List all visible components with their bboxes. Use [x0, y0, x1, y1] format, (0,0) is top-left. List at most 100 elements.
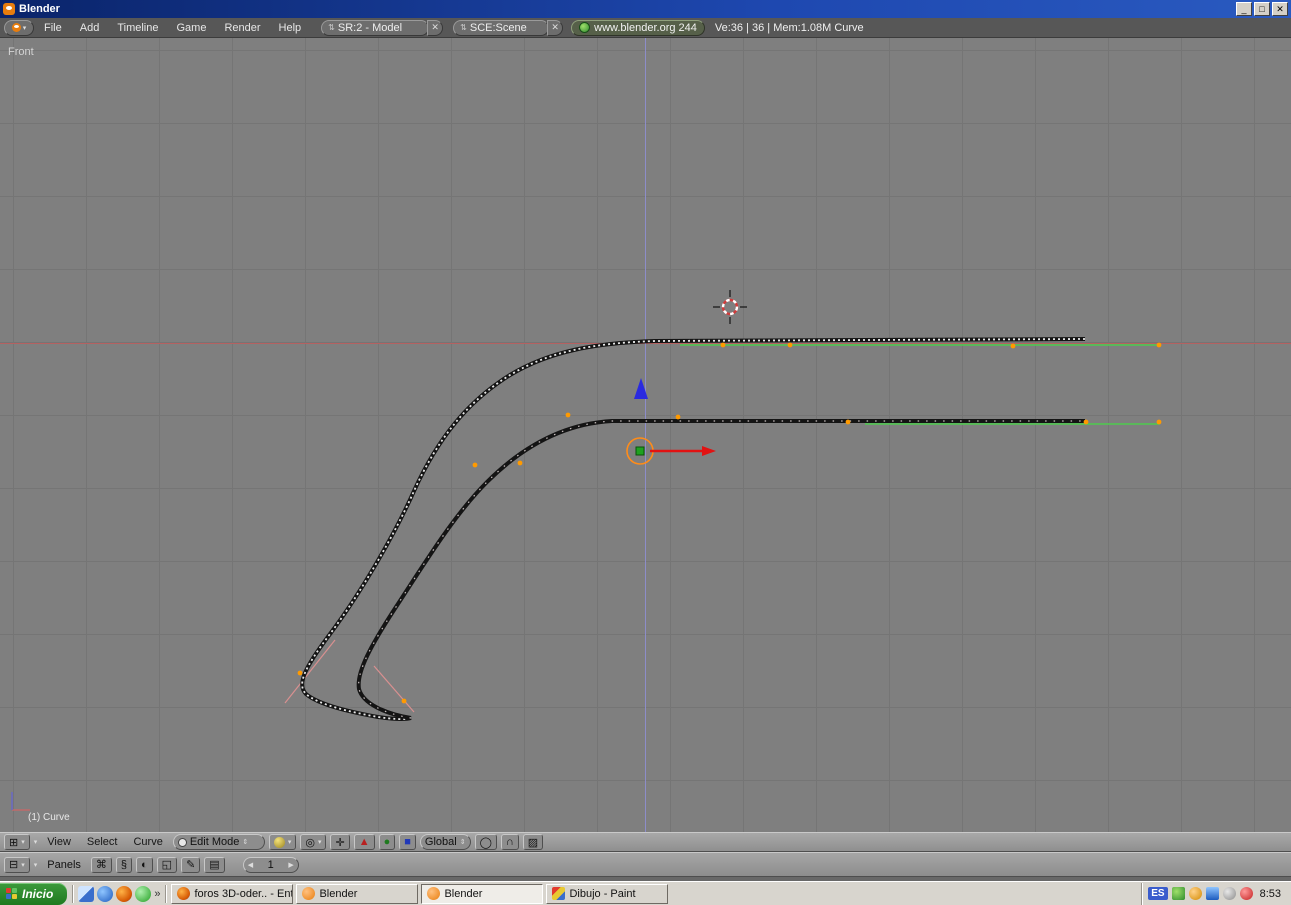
draw-type-button[interactable]: ▾: [268, 834, 297, 850]
render-preview-button[interactable]: ▨: [522, 834, 544, 850]
close-button[interactable]: ✕: [1272, 2, 1288, 16]
menu-render[interactable]: Render: [216, 22, 268, 34]
taskbar: Inicio » foros 3D-oder.. - Entor... Blen…: [0, 881, 1291, 905]
transform-manipulator[interactable]: [626, 437, 716, 465]
panels-menu[interactable]: Panels: [41, 859, 87, 871]
update-icon[interactable]: [1188, 887, 1202, 900]
screen-selector[interactable]: ⇅ SR:2 - Model: [321, 19, 430, 36]
scale-icon: ■: [404, 836, 411, 848]
taskbar-clock[interactable]: 8:53: [1260, 888, 1281, 900]
frame-next-icon[interactable]: ▶: [288, 861, 293, 869]
view3d-header: ⊞ ▾ ▾ View Select Curve Edit Mode ⇕ ▾ ◎ …: [0, 832, 1291, 852]
curve-inner-path[interactable]: [356, 419, 1085, 720]
blender-top-header: ▾ File Add Timeline Game Render Help ⇅ S…: [0, 18, 1291, 38]
screen-selector-close-icon[interactable]: ✕: [427, 19, 444, 36]
maximize-button[interactable]: □: [1254, 2, 1270, 16]
magnet-icon: ∩: [505, 836, 514, 848]
selector-arrows-icon: ⇅: [460, 23, 467, 32]
menu-help[interactable]: Help: [271, 22, 310, 34]
scene-selector[interactable]: ⇅ SCE:Scene: [453, 19, 550, 36]
volume-icon[interactable]: [1222, 887, 1236, 900]
header-collapse-icon[interactable]: ▾: [34, 861, 38, 869]
context-editing-button[interactable]: ✎: [181, 856, 201, 873]
task-firefox[interactable]: foros 3D-oder.. - Entor...: [171, 883, 294, 904]
view-axis-indicator-icon: [11, 792, 30, 811]
firefox-icon: [177, 887, 191, 900]
ie-icon[interactable]: [97, 885, 114, 902]
hand-icon: ✛: [335, 836, 345, 849]
blender-version-button[interactable]: www.blender.org 244: [571, 19, 705, 36]
bezier-handle-line[interactable]: [373, 665, 415, 713]
blender-app-icon: [3, 3, 15, 15]
orientation-dropdown[interactable]: Global ⇕: [419, 834, 471, 850]
blender-logo-icon: [11, 23, 21, 32]
firefox-icon[interactable]: [116, 885, 133, 902]
editing-icon: ✎: [186, 859, 196, 871]
manipulator-rotate-button[interactable]: ●: [378, 834, 396, 850]
task-label: foros 3D-oder.. - Entor...: [194, 887, 294, 900]
context-shading-button[interactable]: ◐: [136, 856, 153, 873]
scene-svg: [11, 290, 1162, 811]
language-indicator[interactable]: ES: [1148, 887, 1168, 900]
manipulator-translate-button[interactable]: ▲: [353, 834, 375, 850]
messenger-icon[interactable]: [135, 885, 152, 902]
screen-selector-value: SR:2 - Model: [337, 21, 403, 34]
viewport-3d[interactable]: Front (1) Curve: [0, 38, 1291, 832]
network-icon[interactable]: [1205, 887, 1219, 900]
task-label: Dibujo - Paint: [569, 887, 636, 900]
header-collapse-icon[interactable]: ▾: [34, 838, 38, 846]
proportional-edit-button[interactable]: ◯: [474, 834, 497, 850]
blender-window: Blender _ □ ✕ ▾ File Add Timeline Game R…: [0, 0, 1291, 905]
start-button[interactable]: Inicio: [0, 882, 68, 905]
task-paint[interactable]: Dibujo - Paint: [546, 883, 669, 904]
task-label: Blender: [444, 887, 483, 900]
translate-icon: ▲: [358, 836, 370, 848]
context-scene-button[interactable]: ▤: [204, 856, 225, 873]
snap-button[interactable]: ∩: [500, 834, 519, 850]
windows-flag-icon: [6, 887, 18, 900]
cursor-3d-icon[interactable]: [713, 290, 747, 324]
pivot-dropdown[interactable]: ◎ ▾: [300, 834, 327, 850]
show-desktop-icon[interactable]: [78, 885, 95, 902]
context-script-button[interactable]: §: [115, 856, 133, 873]
context-object-button[interactable]: ◱: [156, 856, 178, 873]
mode-dropdown[interactable]: Edit Mode ⇕: [172, 834, 265, 850]
manipulator-scale-button[interactable]: ■: [399, 834, 416, 850]
buttons-window-header: ⊟ ▾ ▾ Panels ⌘ § ◐ ◱ ✎ ▤ ◀ 1 ▶: [0, 852, 1291, 877]
manipulator-toggle-button[interactable]: ✛: [330, 834, 350, 850]
userprefs-editor-button[interactable]: ▾: [4, 19, 34, 36]
taskbar-separator: [165, 884, 167, 903]
menu-select[interactable]: Select: [81, 836, 124, 848]
menu-file[interactable]: File: [36, 22, 70, 34]
curve-control-points[interactable]: [297, 342, 1162, 704]
scene-selector-close-icon[interactable]: ✕: [547, 19, 564, 36]
menu-timeline[interactable]: Timeline: [109, 22, 166, 34]
messenger-icon[interactable]: [1239, 887, 1253, 900]
scene-icon: ▤: [209, 859, 220, 871]
minimize-button[interactable]: _: [1236, 2, 1252, 16]
menu-curve[interactable]: Curve: [127, 836, 168, 848]
editor-type-button[interactable]: ⊞ ▾: [4, 834, 30, 850]
frame-prev-icon[interactable]: ◀: [248, 861, 253, 869]
mode-value: Edit Mode: [189, 836, 240, 848]
paint-icon: [552, 887, 566, 900]
pivot-icon: ◎: [305, 836, 315, 849]
task-blender-2-active[interactable]: Blender: [421, 883, 544, 904]
window-titlebar[interactable]: Blender _ □ ✕: [0, 0, 1291, 18]
quick-launch-overflow[interactable]: »: [154, 888, 160, 900]
editor-type-icon: ⊟: [9, 859, 19, 871]
selector-arrows-icon: ⇅: [328, 23, 335, 32]
menu-add[interactable]: Add: [72, 22, 108, 34]
orientation-value: Global: [424, 836, 457, 848]
task-blender-1[interactable]: Blender: [296, 883, 419, 904]
stepper-icon: ⇕: [242, 839, 249, 846]
context-logic-button[interactable]: ⌘: [90, 856, 112, 873]
bezier-handle-line[interactable]: [284, 639, 336, 704]
frame-stepper[interactable]: ◀ 1 ▶: [242, 856, 299, 873]
curve-outer-path[interactable]: [300, 337, 1086, 722]
menu-game[interactable]: Game: [168, 22, 214, 34]
menu-view[interactable]: View: [41, 836, 77, 848]
editor-type-button[interactable]: ⊟ ▾: [4, 856, 30, 873]
antivirus-icon[interactable]: [1171, 887, 1185, 900]
editor-type-icon: ⊞: [9, 836, 19, 849]
